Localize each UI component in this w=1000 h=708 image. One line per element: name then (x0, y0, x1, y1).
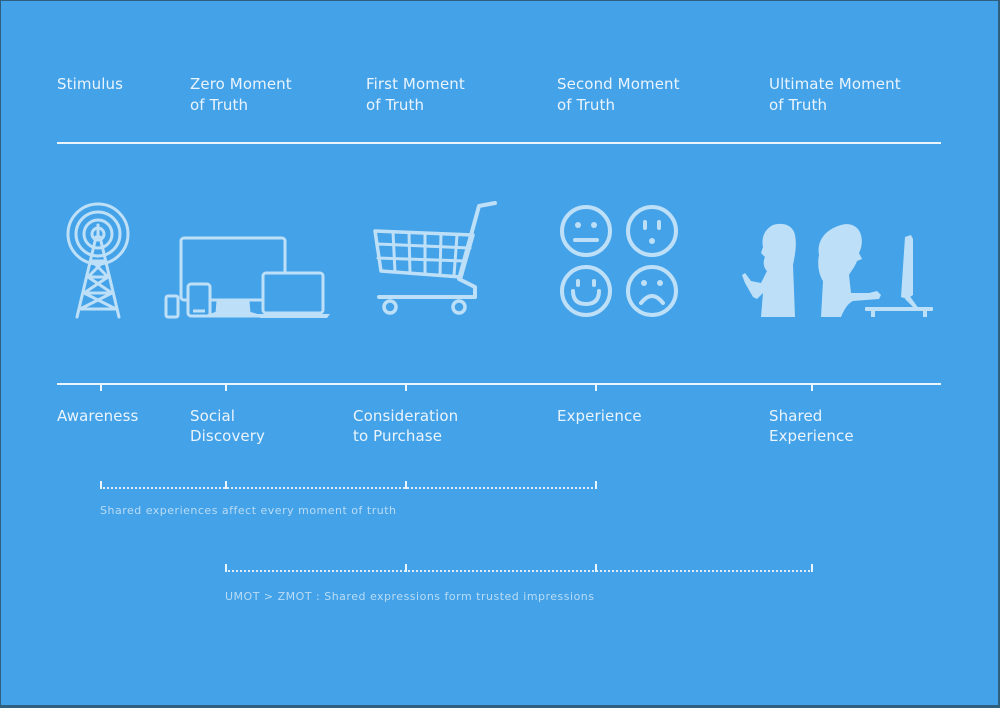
bracket-tick (405, 564, 407, 572)
phase-awareness: Awareness (57, 407, 139, 425)
timeline-tick-social (225, 385, 227, 391)
bracket-dotted-line (225, 570, 813, 572)
shopping-cart-icon (371, 197, 501, 319)
bracket-tick (225, 481, 227, 489)
bracket-tick (811, 564, 813, 572)
bracket-tick (595, 564, 597, 572)
happy-face-icon (560, 265, 612, 317)
timeline-tick-awareness (100, 385, 102, 391)
note-umot-zmot: UMOT > ZMOT : Shared expressions form tr… (225, 590, 595, 603)
note-shared-affects: Shared experiences affect every moment o… (100, 504, 397, 517)
sad-face-icon (626, 265, 678, 317)
bracket-tick (595, 481, 597, 489)
diagram-canvas: Stimulus Zero Moment of Truth First Mome… (1, 1, 998, 705)
stage-stimulus: Stimulus (57, 75, 123, 93)
bracket-tick (225, 564, 227, 572)
timeline-tick-consideration (405, 385, 407, 391)
neutral-face-icon (560, 205, 612, 257)
radio-tower-icon (61, 199, 135, 319)
stage-ultimate-moment: Ultimate Moment of Truth (769, 75, 901, 114)
phase-social-discovery: Social Discovery (190, 407, 266, 445)
phase-experience: Experience (557, 407, 642, 425)
stage-first-moment: First Moment of Truth (366, 75, 465, 114)
phase-shared-experience: Shared Experience (769, 407, 854, 445)
timeline-tick-experience (595, 385, 597, 391)
phase-consideration: Consideration to Purchase (353, 407, 459, 445)
stage-second-moment: Second Moment of Truth (557, 75, 680, 114)
shared-people-icon (741, 221, 936, 321)
emotion-faces-icon (557, 203, 681, 319)
bracket-shared-affects (100, 481, 597, 489)
timeline-axis (57, 383, 941, 385)
bracket-dotted-line (100, 487, 597, 489)
stage-zero-moment: Zero Moment of Truth (190, 75, 292, 114)
timeline-tick-shared (811, 385, 813, 391)
devices-icon (163, 235, 333, 319)
surprised-face-icon (626, 205, 678, 257)
top-divider (57, 142, 941, 144)
bracket-tick (100, 481, 102, 489)
bracket-umot-zmot (225, 564, 813, 572)
bracket-tick (405, 481, 407, 489)
